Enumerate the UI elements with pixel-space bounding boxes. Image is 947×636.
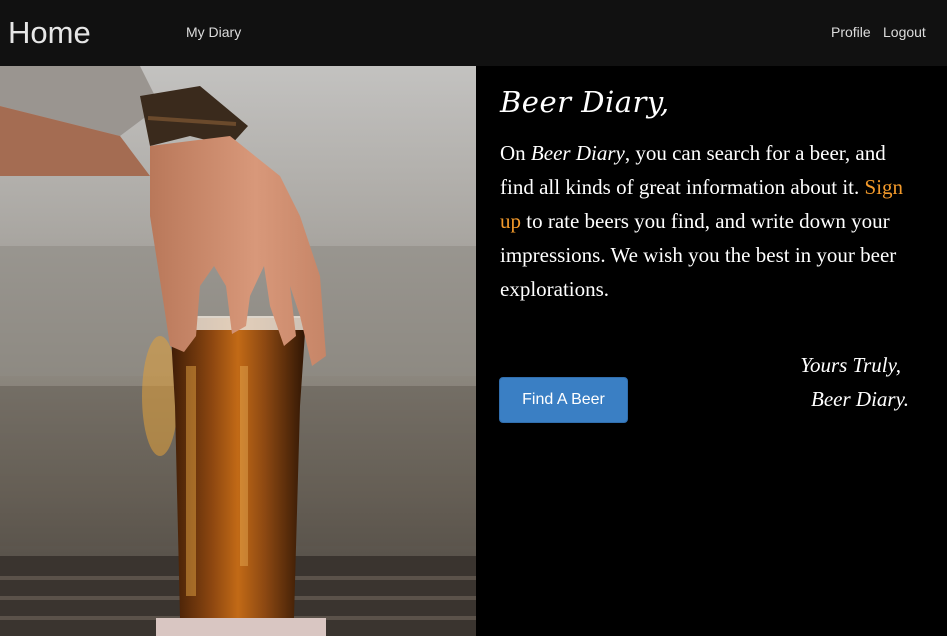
intro-prefix: On	[500, 141, 531, 165]
signature: Yours Truly, Beer Diary.	[800, 348, 909, 416]
welcome-panel: Beer Diary, On Beer Diary, you can searc…	[476, 66, 947, 636]
hero-photo-beer-glass	[0, 66, 476, 636]
signature-closing: Yours Truly,	[800, 353, 901, 377]
nav-link-my-diary[interactable]: My Diary	[186, 23, 241, 41]
page-title: Beer Diary,	[500, 85, 670, 119]
site-name: Beer Diary	[530, 141, 625, 165]
home-link[interactable]: Home	[8, 14, 91, 52]
signature-name: Beer Diary.	[811, 387, 909, 411]
intro-paragraph: On Beer Diary, you can search for a beer…	[500, 136, 920, 306]
beer-glass-illustration	[0, 66, 476, 636]
find-a-beer-button[interactable]: Find A Beer	[499, 377, 628, 423]
intro-text-part2: to rate beers you find, and write down y…	[500, 209, 897, 301]
nav-link-logout[interactable]: Logout	[883, 23, 926, 41]
top-navbar: Home My Diary Profile Logout	[0, 0, 947, 66]
nav-link-profile[interactable]: Profile	[831, 23, 871, 41]
